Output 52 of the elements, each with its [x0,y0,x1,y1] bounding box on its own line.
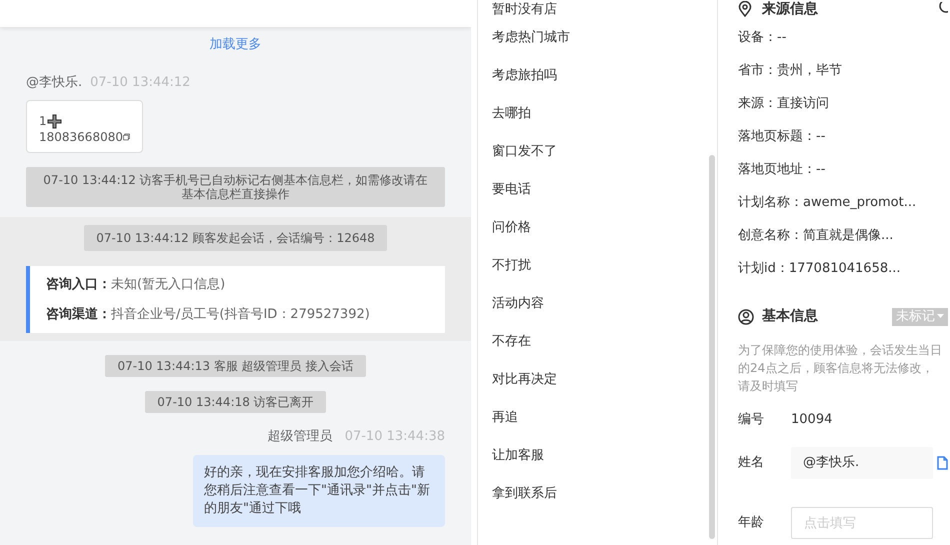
section-title: 来源信息 [762,1,818,17]
quick-reply-item[interactable]: 考虑热门城市 [492,19,709,57]
message-bubble: 好的亲，现在安排客服加您介绍哈。请您稍后注意查看一下"通讯录"并点击"新的朋友"通过下哦 [193,454,445,526]
quick-reply-item[interactable]: 考虑旅拍吗 [492,57,709,95]
message-text: 1 [39,113,47,129]
section-title: 基本信息 [762,307,819,326]
quick-reply-item[interactable]: 对比再决定 [492,361,709,399]
scrollbar[interactable] [709,155,715,539]
phone-number: 18083668080 [39,129,123,145]
quick-reply-item[interactable]: 去哪拍 [492,95,709,133]
quick-reply-item[interactable]: 拿到联系后 [492,475,709,513]
quick-reply-item[interactable]: 暂时没有店 [492,0,709,19]
message-time: 07-10 13:44:38 [344,428,445,446]
field-label: 咨询入口： [46,276,111,294]
copy-icon[interactable] [122,131,130,143]
field-label: 编号 [738,411,765,430]
user-circle-icon [738,308,754,324]
quick-reply-item[interactable]: 问价格 [492,209,709,247]
info-row-text: 计划名称：aweme_promot... [738,194,918,212]
notice-text: 为了保障您的使用体验，会话发生当日的24点之后，顾客信息将无法修改，请及时填写 [738,342,943,395]
document-icon[interactable] [937,456,948,470]
quick-reply-item[interactable]: 活动内容 [492,285,709,323]
system-notice: 07-10 13:44:18 访客已离开 [145,391,326,413]
field-value: 抖音企业号/员工号(抖音号ID：279527392) [111,306,370,324]
caret-icon [937,314,944,319]
message-time: 07-10 13:44:12 [90,74,190,92]
quick-reply-item[interactable]: 再追 [492,399,709,437]
quick-reply-item[interactable]: 不打扰 [492,247,709,285]
field-value: 未知(暂无入口信息) [111,276,226,294]
info-row-text: 落地页地址：-- [738,161,826,179]
field-value: 10094 [791,411,832,430]
sender-name: @李快乐. [26,74,82,92]
location-pin-icon [738,1,752,17]
field-label: 姓名 [738,454,765,472]
system-notice: 07-10 13:44:13 客服 超级管理员 接入会话 [105,355,366,377]
name-field: @李快乐. [791,447,933,479]
info-row-text: 计划id：177081041658... [738,260,902,278]
sender-name: 超级管理员 [268,428,333,446]
info-row-text: 省市：贵州，毕节 [738,62,843,80]
info-row-text: 设备：-- [738,29,788,47]
quick-reply-item[interactable]: 不存在 [492,323,709,361]
field-label: 年龄 [738,514,765,532]
quick-reply-item[interactable]: 要电话 [492,171,709,209]
info-row-text: 创意名称：简直就是偶像... [738,227,894,245]
system-notice: 07-10 13:44:12 顾客发起会话，会话编号：12648 [84,225,387,251]
field-label: 咨询渠道： [46,306,111,324]
quick-reply-item[interactable]: 窗口发不了 [492,133,709,171]
info-row-text: 落地页标题：-- [738,128,826,146]
system-notice: 07-10 13:44:12 访客手机号已自动标记右侧基本信息栏，如需修改请在基本信息栏直接操作 [26,167,445,207]
quick-reply-item[interactable]: 让加客服 [492,437,709,475]
plus-icon [46,114,62,128]
info-row-text: 来源：直接访问 [738,95,830,113]
